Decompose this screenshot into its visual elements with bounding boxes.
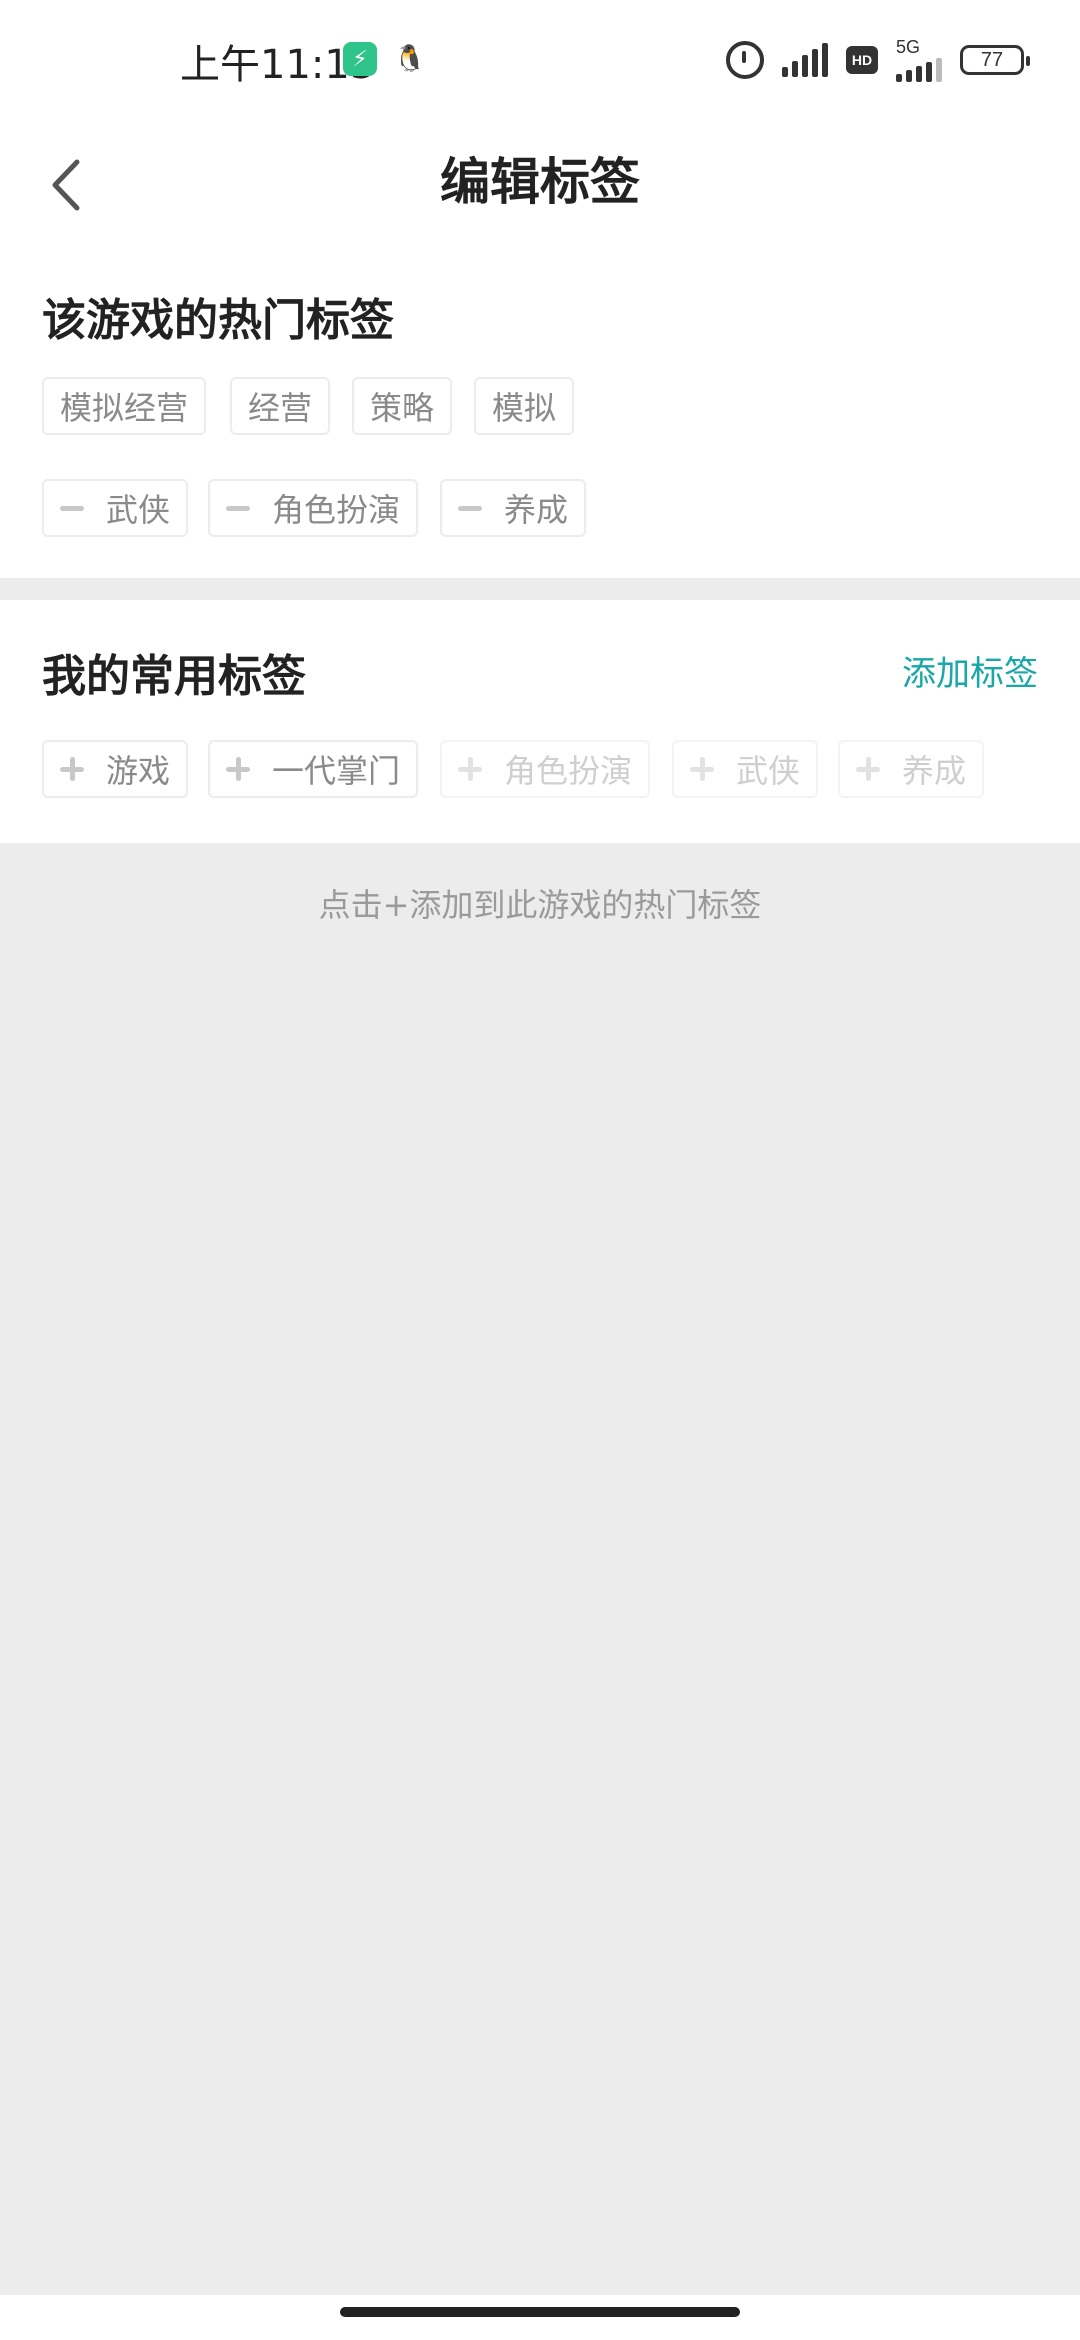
bottom-bar: [0, 2295, 1080, 2340]
tag-label: 游戏: [106, 752, 171, 790]
status-indicators: HD 5G 77: [726, 38, 1030, 82]
tag-label: 养成: [902, 752, 967, 790]
hot-tags-title: 该游戏的热门标签: [42, 295, 394, 346]
qq-penguin-icon: 🐧: [393, 44, 427, 74]
hot-tag[interactable]: 经营: [230, 377, 331, 435]
tag-label: 经营: [248, 389, 313, 427]
tag-label: 角色扮演: [272, 491, 401, 529]
edit-tags-page: 上午11:13 ⚡ 🐧 HD 5G 77 编辑标签 该游戏的热门标签 模拟经营 …: [0, 0, 1080, 2340]
status-bar: 上午11:13 ⚡ 🐧 HD 5G 77: [0, 0, 1080, 120]
hot-tag[interactable]: 模拟: [474, 377, 575, 435]
plus-icon: [60, 757, 84, 781]
hot-tag[interactable]: 策略: [352, 377, 453, 435]
my-tags-title: 我的常用标签: [42, 651, 306, 702]
addable-tag-disabled: 养成: [838, 740, 985, 798]
hot-tag[interactable]: 模拟经营: [42, 377, 207, 435]
page-title: 编辑标签: [440, 153, 640, 211]
hot-tags-section: 该游戏的热门标签 模拟经营 经营 策略 模拟 武侠 角色扮演 养成: [0, 250, 1080, 578]
plus-icon: [690, 757, 714, 781]
tag-label: 模拟: [492, 389, 557, 427]
shield-app-icon: ⚡: [343, 42, 377, 76]
hint-text: 点击+添加到此游戏的热门标签: [318, 886, 762, 924]
tag-label: 武侠: [736, 752, 801, 790]
battery-icon: 77: [960, 45, 1030, 75]
my-tags-section: 我的常用标签 添加标签 游戏 一代掌门 角色扮演 武侠 养成: [0, 600, 1080, 843]
removable-tag[interactable]: 养成: [440, 479, 587, 537]
removable-tag[interactable]: 武侠: [42, 479, 189, 537]
plus-icon: [458, 757, 482, 781]
signal-5g-icon: [896, 58, 942, 82]
addable-tag-disabled: 角色扮演: [440, 740, 651, 798]
signal-icon: [782, 43, 828, 77]
add-tag-link[interactable]: 添加标签: [902, 646, 1038, 695]
addable-tag[interactable]: 游戏: [42, 740, 189, 798]
minus-icon: [458, 505, 482, 511]
tag-label: 养成: [504, 491, 569, 529]
plus-icon: [226, 757, 250, 781]
tag-label: 一代掌门: [272, 752, 401, 790]
removable-tag[interactable]: 角色扮演: [208, 479, 419, 537]
home-indicator[interactable]: [340, 2307, 740, 2317]
tag-label: 角色扮演: [504, 752, 633, 790]
minus-icon: [60, 505, 84, 511]
network-5g-icon: 5G: [896, 38, 942, 82]
addable-tag[interactable]: 一代掌门: [208, 740, 419, 798]
addable-tag-disabled: 武侠: [672, 740, 819, 798]
tag-label: 武侠: [106, 491, 171, 529]
tag-label: 模拟经营: [60, 389, 189, 427]
hd-icon: HD: [846, 46, 878, 74]
tag-label: 策略: [370, 389, 435, 427]
minus-icon: [226, 505, 250, 511]
alarm-icon: [726, 41, 764, 79]
plus-icon: [856, 757, 880, 781]
network-label: 5G: [896, 37, 921, 57]
